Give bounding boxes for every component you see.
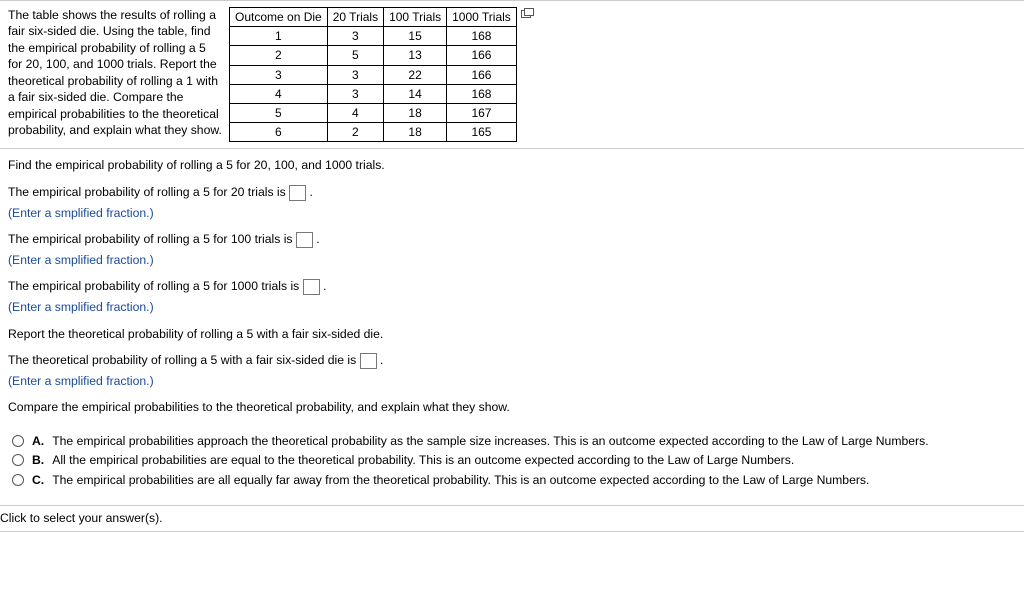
input-emp-1000[interactable] <box>303 279 320 295</box>
q-empirical-heading: Find the empirical probability of rollin… <box>8 157 1016 173</box>
input-theoretical[interactable] <box>360 353 377 369</box>
option-text: All the empirical probabilities are equa… <box>52 452 794 468</box>
hint-simplified-fraction: (Enter a smplified fraction.) <box>8 299 1016 315</box>
die-results-table: Outcome on Die 20 Trials 100 Trials 1000… <box>229 7 517 142</box>
popout-icon[interactable] <box>521 7 535 18</box>
col-1000: 1000 Trials <box>447 8 517 27</box>
hint-simplified-fraction: (Enter a smplified fraction.) <box>8 205 1016 221</box>
option-letter: C. <box>32 472 44 488</box>
hint-simplified-fraction: (Enter a smplified fraction.) <box>8 252 1016 268</box>
table-row: 3 3 22 166 <box>230 65 517 84</box>
footer-instruction: Click to select your answer(s). <box>0 511 163 525</box>
col-outcome: Outcome on Die <box>230 8 328 27</box>
table-row: 6 2 18 165 <box>230 123 517 142</box>
table-header-row: Outcome on Die 20 Trials 100 Trials 1000… <box>230 8 517 27</box>
option-c-radio[interactable] <box>12 474 24 486</box>
table-row: 2 5 13 166 <box>230 46 517 65</box>
option-a-row[interactable]: A. The empirical probabilities approach … <box>8 433 1016 449</box>
option-letter: B. <box>32 452 44 468</box>
option-letter: A. <box>32 433 44 449</box>
option-a-radio[interactable] <box>12 435 24 447</box>
q-compare-heading: Compare the empirical probabilities to t… <box>8 399 1016 415</box>
table-row: 1 3 15 168 <box>230 27 517 46</box>
hint-simplified-fraction: (Enter a smplified fraction.) <box>8 373 1016 389</box>
table-row: 4 3 14 168 <box>230 84 517 103</box>
label-emp-100: The empirical probability of rolling a 5… <box>8 232 296 246</box>
col-20: 20 Trials <box>327 8 383 27</box>
label-emp-20: The empirical probability of rolling a 5… <box>8 185 289 199</box>
problem-intro: The table shows the results of rolling a… <box>8 7 227 139</box>
option-text: The empirical probabilities approach the… <box>52 433 928 449</box>
label-theoretical: The theoretical probability of rolling a… <box>8 353 360 367</box>
input-emp-20[interactable] <box>289 185 306 201</box>
q-theoretical-heading: Report the theoretical probability of ro… <box>8 326 1016 342</box>
label-emp-1000: The empirical probability of rolling a 5… <box>8 279 303 293</box>
option-b-radio[interactable] <box>12 454 24 466</box>
option-b-row[interactable]: B. All the empirical probabilities are e… <box>8 452 1016 468</box>
col-100: 100 Trials <box>384 8 447 27</box>
option-c-row[interactable]: C. The empirical probabilities are all e… <box>8 472 1016 488</box>
option-text: The empirical probabilities are all equa… <box>52 472 869 488</box>
table-row: 5 4 18 167 <box>230 103 517 122</box>
input-emp-100[interactable] <box>296 232 313 248</box>
